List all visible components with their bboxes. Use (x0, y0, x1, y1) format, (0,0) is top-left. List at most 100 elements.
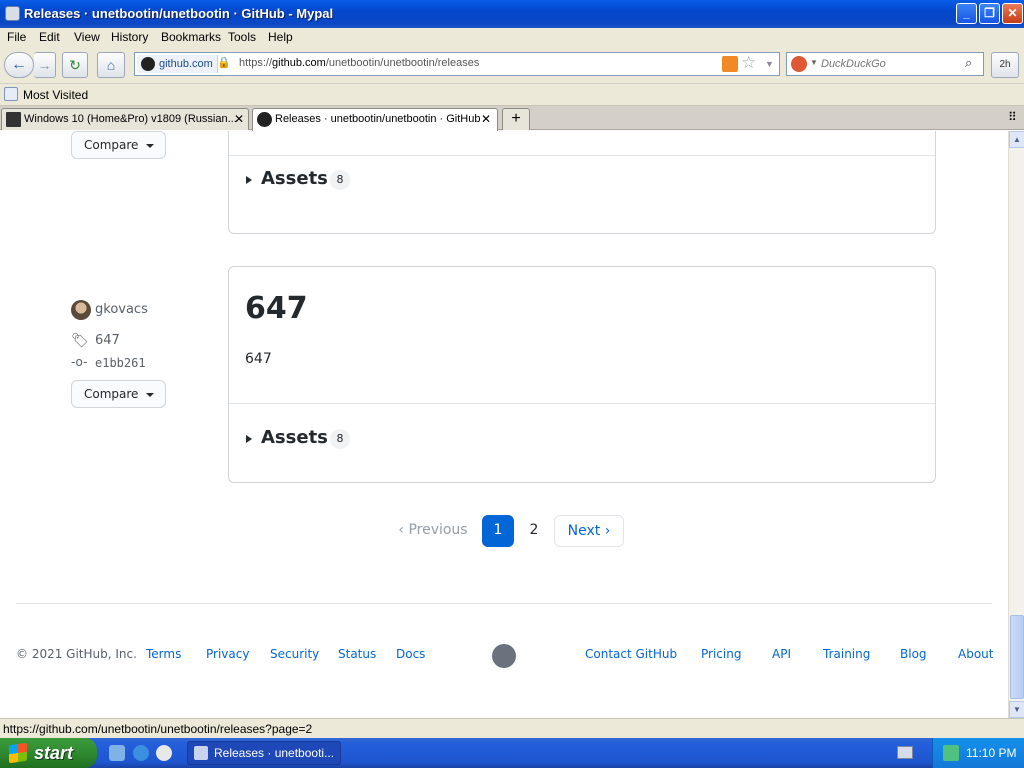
duckduckgo-engine-icon[interactable] (791, 56, 807, 72)
divider (229, 403, 935, 404)
footer-link-docs[interactable]: Docs (396, 647, 425, 661)
status-bar: https://github.com/unetbootin/unetbootin… (0, 718, 1024, 738)
page-content: Compare Assets 8 gkovacs 🏷 647 -o- e1bb2… (0, 131, 1008, 718)
compare-button[interactable]: Compare (71, 380, 166, 408)
footer-link-contact[interactable]: Contact GitHub (585, 647, 677, 661)
tab-close-icon[interactable]: ✕ (481, 112, 491, 126)
pagination-page-2[interactable]: 2 (518, 515, 550, 547)
scroll-down-button[interactable]: ▼ (1009, 701, 1024, 718)
start-button[interactable]: start (0, 738, 97, 768)
forward-button[interactable]: → (34, 52, 56, 78)
footer-divider (16, 603, 992, 604)
tab-windows10[interactable]: Windows 10 (Home&Pro) v1809 (Russian... … (1, 108, 249, 130)
back-button[interactable]: ← (4, 52, 34, 78)
release-card: 647 647 Assets 8 (228, 266, 936, 483)
quicklaunch-media-icon[interactable] (156, 745, 172, 761)
reload-button[interactable]: ↻ (62, 52, 88, 78)
chevron-left-icon: ‹ (398, 522, 404, 538)
menu-bar: File Edit View History Bookmarks Tools H… (0, 28, 1024, 47)
menu-file[interactable]: File (7, 30, 26, 44)
tag-icon: 🏷 (71, 333, 89, 349)
caret-down-icon (146, 144, 154, 148)
commit-link[interactable]: e1bb261 (95, 356, 146, 370)
author-avatar[interactable] (71, 300, 91, 320)
clock[interactable]: 11:10 PM (966, 746, 1016, 760)
forward-arrow-icon: → (37, 57, 52, 73)
toolbar-extra-button[interactable]: 2h (991, 52, 1019, 78)
footer-link-pricing[interactable]: Pricing (701, 647, 741, 661)
footer-link-training[interactable]: Training (823, 647, 870, 661)
home-icon: ⌂ (106, 57, 116, 73)
site-identity-button[interactable]: github.com (137, 55, 218, 73)
url-text[interactable]: https://github.com/unetbootin/unetbootin… (239, 57, 479, 69)
tab-releases[interactable]: Releases · unetbootin/unetbootin · GitHu… (252, 108, 498, 131)
bookmarks-toolbar: Most Visited (0, 84, 1024, 106)
address-bar[interactable]: github.com 🔒 https://github.com/unetboot… (134, 52, 780, 76)
scroll-thumb[interactable] (1010, 615, 1024, 699)
compare-button[interactable]: Compare (71, 131, 166, 159)
footer-link-terms[interactable]: Terms (146, 647, 181, 661)
release-card-previous: Assets 8 (228, 131, 936, 234)
system-tray: 11:10 PM (932, 738, 1024, 768)
footer-copyright: © 2021 GitHub, Inc. (16, 647, 137, 661)
github-logo-icon[interactable] (492, 644, 516, 668)
tab-list-icon[interactable]: ⠿ (1008, 110, 1017, 124)
site-identity-label: github.com (159, 58, 213, 70)
minimize-button[interactable]: _ (956, 3, 977, 24)
browser-app-icon (5, 6, 20, 21)
menu-edit[interactable]: Edit (39, 30, 60, 44)
home-button[interactable]: ⌂ (97, 52, 125, 78)
github-favicon-icon (141, 57, 155, 71)
tag-link[interactable]: 647 (95, 333, 120, 348)
release-body: 647 (245, 351, 272, 367)
rss-feed-icon[interactable] (722, 56, 738, 72)
quicklaunch-ie-icon[interactable] (133, 745, 149, 761)
release-title[interactable]: 647 (245, 291, 308, 326)
chevron-right-icon: › (604, 523, 611, 539)
menu-history[interactable]: History (111, 30, 148, 44)
reload-icon: ↻ (69, 57, 81, 73)
quicklaunch-explorer-icon[interactable] (109, 745, 125, 761)
pagination-page-1[interactable]: 1 (482, 515, 514, 547)
menu-help[interactable]: Help (268, 30, 293, 44)
scroll-up-button[interactable]: ▲ (1009, 131, 1024, 148)
taskbar-window-button[interactable]: Releases · unetbooti... (187, 741, 341, 765)
footer-link-status[interactable]: Status (338, 647, 376, 661)
assets-count-badge: 8 (330, 429, 350, 449)
network-tray-icon[interactable] (943, 745, 959, 761)
menu-view[interactable]: View (74, 30, 100, 44)
browser-task-icon (194, 746, 208, 760)
menu-tools[interactable]: Tools (228, 30, 256, 44)
divider (229, 155, 935, 156)
author-link[interactable]: gkovacs (95, 302, 148, 317)
search-bar[interactable]: ▼ ⌕ (786, 52, 984, 76)
menu-bookmarks[interactable]: Bookmarks (161, 30, 221, 44)
url-dropdown-icon[interactable]: ▼ (765, 59, 774, 69)
keyboard-layout-icon[interactable] (897, 746, 913, 759)
plus-icon: + (511, 110, 521, 127)
maximize-button[interactable]: ❐ (979, 3, 1000, 24)
tab-close-icon[interactable]: ✕ (234, 112, 244, 126)
close-window-button[interactable]: ✕ (1002, 3, 1023, 24)
footer-link-privacy[interactable]: Privacy (206, 647, 249, 661)
taskbar: start Releases · unetbooti... 11:10 PM (0, 738, 1024, 768)
engine-dropdown-icon[interactable]: ▼ (810, 58, 818, 67)
most-visited-icon (4, 87, 18, 101)
vertical-scrollbar[interactable]: ▲ ▼ (1008, 131, 1024, 718)
footer-link-about[interactable]: About (958, 647, 993, 661)
search-input[interactable] (821, 56, 961, 72)
pagination-next[interactable]: Next › (554, 515, 624, 547)
new-tab-button[interactable]: + (502, 108, 530, 130)
lock-icon: 🔒 (217, 57, 231, 69)
status-text: https://github.com/unetbootin/unetbootin… (3, 722, 313, 736)
commit-icon: -o- (71, 355, 88, 369)
window-title: Releases · unetbootin/unetbootin · GitHu… (24, 6, 334, 21)
footer-link-api[interactable]: API (772, 647, 791, 661)
footer-link-security[interactable]: Security (270, 647, 319, 661)
bookmark-star-icon[interactable]: ☆ (741, 53, 756, 73)
most-visited-bookmark[interactable]: Most Visited (23, 88, 88, 102)
search-icon[interactable]: ⌕ (965, 55, 972, 71)
github-favicon-icon (257, 112, 272, 127)
footer-link-blog[interactable]: Blog (900, 647, 927, 661)
caret-down-icon (146, 393, 154, 397)
